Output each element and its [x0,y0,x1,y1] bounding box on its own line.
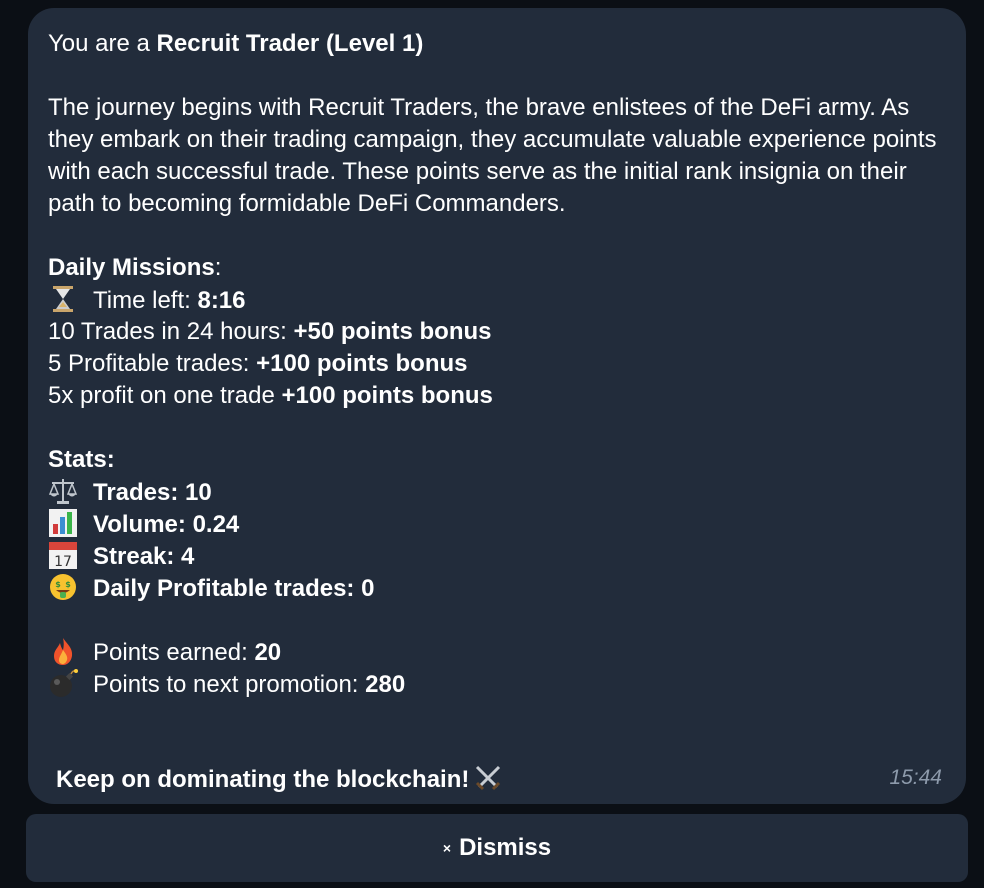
stat-item: Trades: 10 [48,476,946,508]
points-earned-label: Points earned: [93,639,255,666]
missions-title: Daily Missions [48,254,215,281]
bomb-icon [48,668,78,698]
dismiss-label: Dismiss [459,834,552,861]
points-next-row: Points to next promotion: 280 [48,668,946,700]
mission-label: 10 Trades in 24 hours: [48,318,294,345]
footer-text: Keep on dominating the blockchain! [56,766,470,793]
hourglass-icon [48,284,78,314]
points-earned-value: 20 [254,639,282,666]
stat-text: Streak: 4 [93,543,195,570]
calendar-icon: 17 [48,540,78,570]
stat-item: 17 Streak: 4 [48,540,946,572]
stat-item: Volume: 0.24 [48,508,946,540]
fire-icon [48,636,78,666]
mission-bonus: +100 points bonus [281,382,493,409]
stat-text: Daily Profitable trades: 0 [93,575,375,602]
stat-item: $ $ Daily Profitable trades: 0 [48,572,946,604]
crossed-swords-icon [473,763,503,793]
mission-item: 5 Profitable trades: +100 points bonus [48,348,946,380]
message-bubble: You are a Recruit Trader (Level 1) The j… [28,8,966,804]
points-earned-row: Points earned: 20 [48,636,946,668]
rank-prefix: You are a [48,30,157,57]
svg-text:17: 17 [54,554,72,570]
mission-bonus: +100 points bonus [256,350,468,377]
missions-heading: Daily Missions: [48,252,946,284]
time-left-value: 8:16 [197,287,246,314]
scales-icon [48,476,78,506]
bar-chart-icon [48,508,78,538]
stat-text: Trades: 10 [93,479,212,506]
mission-label: 5x profit on one trade [48,382,282,409]
missions-colon: : [214,254,222,281]
close-icon: × [442,840,452,856]
dismiss-button[interactable]: × Dismiss [26,814,968,882]
money-face-icon: $ $ [48,572,78,602]
stats-heading: Stats: [48,444,946,476]
time-left-label: Time left: [93,287,198,314]
rank-title: Recruit Trader (Level 1) [156,30,424,57]
svg-text:$: $ [55,580,61,589]
stat-text: Volume: 0.24 [93,511,240,538]
message-timestamp: 15:44 [889,766,942,789]
mission-item: 10 Trades in 24 hours: +50 points bonus [48,316,946,348]
rank-line: You are a Recruit Trader (Level 1) [48,28,946,60]
points-next-value: 280 [365,671,406,698]
footer-message: Keep on dominating the blockchain! [56,763,503,794]
svg-text:$: $ [65,580,71,589]
time-left-row: Time left: 8:16 [48,284,946,316]
description: The journey begins with Recruit Traders,… [48,94,937,217]
mission-label: 5 Profitable trades: [48,350,257,377]
mission-item: 5x profit on one trade +100 points bonus [48,380,946,412]
stats-title: Stats: [48,446,115,473]
points-next-label: Points to next promotion: [93,671,366,698]
mission-bonus: +50 points bonus [293,318,492,345]
